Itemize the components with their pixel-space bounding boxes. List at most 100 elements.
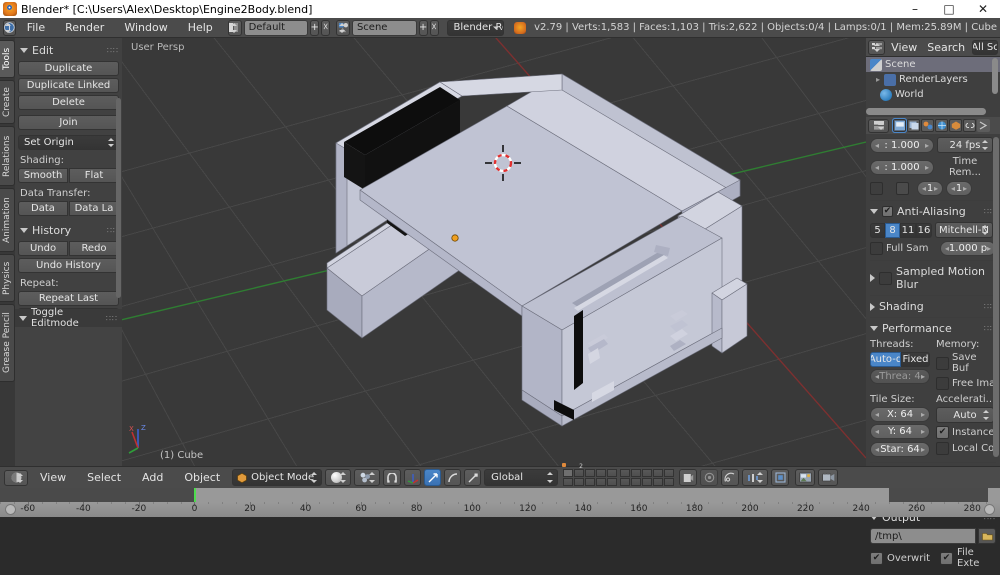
- toolshelf-tab-tools[interactable]: Tools: [0, 40, 15, 78]
- menu-render[interactable]: Render: [56, 18, 113, 37]
- undo-history-button[interactable]: Undo History: [18, 258, 119, 273]
- timeline-track[interactable]: [0, 488, 1000, 502]
- render-layers-tab-icon[interactable]: [907, 119, 920, 132]
- menu-window[interactable]: Window: [115, 18, 176, 37]
- render-image-icon[interactable]: [795, 469, 816, 486]
- mesh-display-dropdown[interactable]: [742, 469, 769, 486]
- redo-button[interactable]: Redo: [69, 241, 119, 256]
- panel-header-sampled-motion-blur[interactable]: Sampled Motion Blur: [870, 265, 996, 291]
- rotate-manipulator-icon[interactable]: [444, 469, 462, 486]
- tile-x-field[interactable]: ◂ X: 64 ▸: [870, 407, 930, 422]
- threads-mode-auto[interactable]: Auto-d: [870, 352, 901, 367]
- menu-help[interactable]: Help: [179, 18, 222, 37]
- resolution-y-field[interactable]: ◂ : 1.000 ▸: [870, 159, 934, 175]
- tile-y-field[interactable]: ◂ Y: 64 ▸: [870, 424, 930, 439]
- scale-manipulator-icon[interactable]: [464, 469, 482, 486]
- data-transfer-button[interactable]: Data: [18, 201, 68, 216]
- panel-header-performance[interactable]: Performance ∷∷: [870, 322, 996, 335]
- folder-icon[interactable]: [978, 528, 996, 544]
- screen-layout-delete-button[interactable]: ☓: [321, 19, 331, 36]
- free-image-checkbox[interactable]: [936, 377, 949, 390]
- duplicate-button[interactable]: Duplicate: [18, 61, 119, 76]
- toolshelf-scrollbar[interactable]: [116, 98, 121, 298]
- outliner-horizontal-scrollbar[interactable]: [866, 108, 986, 115]
- repeat-last-button[interactable]: Repeat Last: [18, 291, 119, 306]
- interaction-mode-dropdown[interactable]: Object Mode: [232, 469, 323, 486]
- toolshelf-tab-grease-pencil[interactable]: Grease Pencil: [0, 304, 15, 382]
- save-buffers-checkbox[interactable]: [936, 356, 949, 370]
- set-origin-dropdown[interactable]: Set Origin: [18, 135, 119, 150]
- outliner-display-mode-dropdown[interactable]: All Sc: [972, 39, 998, 55]
- object-tab-icon[interactable]: [949, 119, 962, 132]
- layer-group-1[interactable]: [563, 469, 618, 486]
- undo-button[interactable]: Undo: [18, 241, 68, 256]
- timeline-playhead[interactable]: [194, 488, 197, 502]
- scene-tab-icon[interactable]: [921, 119, 934, 132]
- aa-samples-5[interactable]: 5: [870, 222, 885, 238]
- 3d-viewport[interactable]: [122, 38, 866, 466]
- screen-layout-icon[interactable]: [227, 19, 242, 36]
- toolshelf-tab-create[interactable]: Create: [0, 80, 15, 124]
- properties-editor-icon[interactable]: [868, 118, 889, 133]
- remap-new-field[interactable]: ◂ 1 ▸: [946, 181, 972, 196]
- data-transfer-layout-button[interactable]: Data La: [69, 201, 119, 216]
- timeline-editor[interactable]: -60 -40 -20 0 20 40 60 80 100 120 140 160 180 200 220 2…: [0, 488, 1000, 517]
- acceleration-dropdown[interactable]: Auto: [936, 407, 994, 423]
- modifiers-tab-icon[interactable]: [977, 119, 990, 132]
- layer-group-2[interactable]: [620, 469, 675, 486]
- aa-samples-8[interactable]: 8: [885, 222, 900, 238]
- panel-header-history[interactable]: History ∷∷: [20, 224, 119, 237]
- outliner-menu-view[interactable]: View: [887, 38, 921, 57]
- minimize-icon[interactable]: –: [898, 0, 932, 18]
- timeline-ruler[interactable]: -60 -40 -20 0 20 40 60 80 100 120 140 160 180 200 220 2…: [0, 502, 1000, 517]
- join-button[interactable]: Join: [18, 115, 119, 130]
- toolshelf-tab-physics[interactable]: Physics: [0, 254, 15, 302]
- viewport-menu-object[interactable]: Object: [175, 468, 229, 487]
- manipulator-toggle-icon[interactable]: [404, 469, 422, 486]
- scroll-left-handle[interactable]: [5, 504, 16, 515]
- scene-field[interactable]: Scene: [351, 19, 417, 36]
- full-sample-checkbox[interactable]: [870, 242, 883, 255]
- menu-file[interactable]: File: [18, 18, 54, 37]
- file-extensions-checkbox[interactable]: [940, 551, 954, 565]
- tile-start-field[interactable]: ◂ Star: 64 ▸: [870, 442, 930, 457]
- scene-icon[interactable]: [336, 19, 350, 36]
- panel-header-anti-aliasing[interactable]: Anti-Aliasing ∷∷: [870, 205, 996, 218]
- outliner-menu-search[interactable]: Search: [923, 38, 969, 57]
- maximize-icon[interactable]: □: [932, 0, 966, 18]
- scroll-right-handle[interactable]: [984, 504, 995, 515]
- solid-shading-icon[interactable]: [325, 469, 352, 486]
- info-editor-icon[interactable]: i: [3, 19, 16, 36]
- outliner-editor-icon[interactable]: [868, 39, 886, 55]
- outliner-row-scene[interactable]: Scene: [866, 57, 1000, 72]
- resolution-x-field[interactable]: ◂ : 1.000 ▸: [870, 137, 934, 153]
- constraints-tab-icon[interactable]: [963, 119, 976, 132]
- render-border-icon[interactable]: [721, 469, 740, 486]
- pivot-median-point-icon[interactable]: [354, 469, 381, 486]
- window-controls[interactable]: – □ ✕: [898, 0, 1000, 18]
- lock-camera-icon[interactable]: [679, 469, 698, 486]
- frame-rate-swatch[interactable]: [896, 182, 909, 195]
- viewport-menu-add[interactable]: Add: [133, 468, 172, 487]
- aa-samples-16[interactable]: 16: [916, 222, 932, 238]
- resolution-percent-swatch[interactable]: [870, 182, 883, 195]
- 3d-view-editor-icon[interactable]: [4, 469, 28, 486]
- output-path-input[interactable]: /tmp\: [870, 528, 976, 544]
- proportional-edit-icon[interactable]: [700, 469, 719, 486]
- world-tab-icon[interactable]: [935, 119, 948, 132]
- delete-button[interactable]: Delete: [18, 95, 119, 110]
- viewport-menu-view[interactable]: View: [31, 468, 75, 487]
- duplicate-linked-button[interactable]: Duplicate Linked: [18, 78, 119, 93]
- translate-manipulator-icon[interactable]: [424, 469, 442, 486]
- aa-samples-11[interactable]: 11: [900, 222, 916, 238]
- scene-delete-button[interactable]: ☓: [429, 19, 439, 36]
- anti-aliasing-checkbox[interactable]: [882, 206, 893, 217]
- aa-filter-dropdown[interactable]: Mitchell-N: [935, 222, 993, 238]
- render-tab-icon[interactable]: [892, 118, 907, 133]
- threads-mode-fixed[interactable]: Fixed: [901, 352, 930, 367]
- scene-add-button[interactable]: +: [418, 19, 428, 36]
- local-coords-checkbox[interactable]: [936, 442, 949, 455]
- operator-redo-panel[interactable]: Toggle Editmode ∷∷: [15, 307, 122, 329]
- close-icon[interactable]: ✕: [966, 0, 1000, 18]
- screen-layout-add-button[interactable]: +: [310, 19, 320, 36]
